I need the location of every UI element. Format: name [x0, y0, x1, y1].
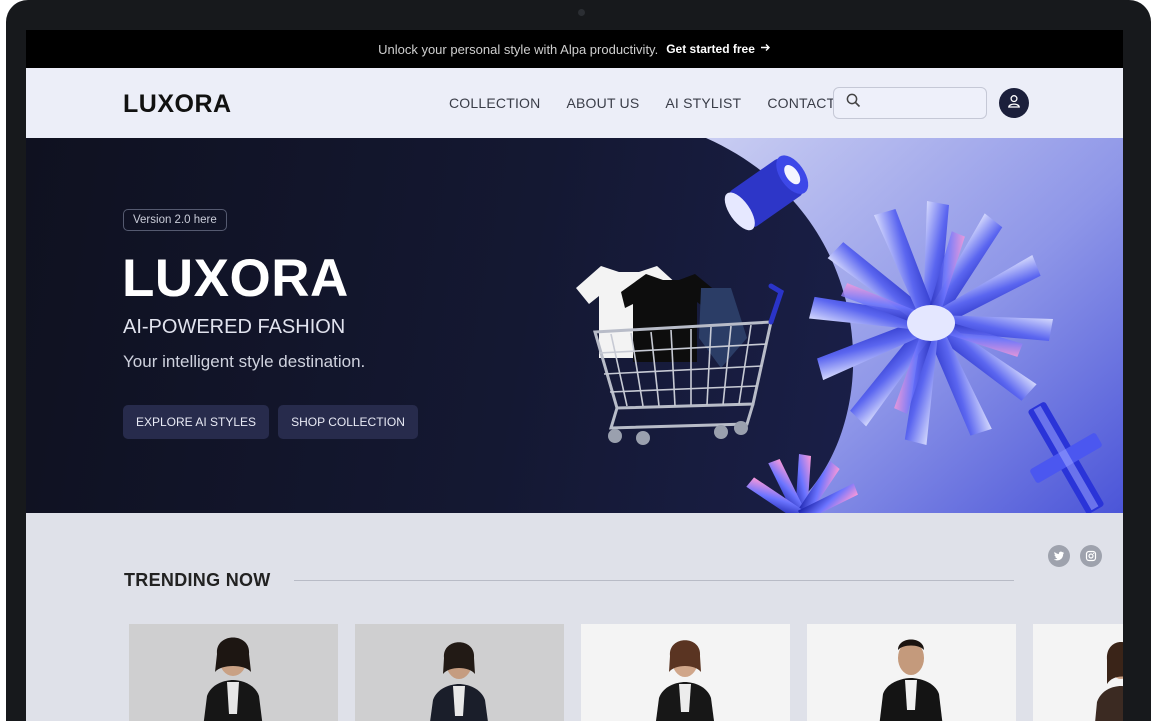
search-box[interactable] [833, 87, 987, 119]
product-card[interactable] [807, 624, 1016, 721]
announcement-text: Unlock your personal style with Alpa pro… [378, 41, 659, 57]
hero-tagline: Your intelligent style destination. [123, 352, 366, 371]
version-badge: Version 2.0 here [123, 209, 227, 231]
main-nav: COLLECTION ABOUT US AI STYLIST CONTACT [449, 95, 835, 111]
user-icon [1007, 94, 1021, 113]
screen: Unlock your personal style with Alpa pro… [26, 30, 1123, 721]
hero-subtitle: AI-POWERED FASHION [123, 316, 346, 338]
site-logo[interactable]: LUXORA [123, 90, 232, 119]
woman-in-brown-jacket [1095, 642, 1123, 721]
man-in-black-leather-jacket [879, 639, 943, 721]
shop-collection-button[interactable]: SHOP COLLECTION [278, 405, 418, 439]
search-input[interactable] [869, 95, 979, 111]
get-started-label: Get started free [666, 42, 755, 56]
product-list [129, 624, 1123, 721]
webcam [578, 9, 585, 16]
nav-collection[interactable]: COLLECTION [449, 95, 540, 111]
product-card[interactable] [1033, 624, 1123, 721]
woman-in-black-leather-jacket [656, 640, 714, 721]
get-started-link[interactable]: Get started free [666, 42, 771, 56]
trending-section: TRENDING NOW [26, 513, 1123, 721]
trending-title: TRENDING NOW [124, 570, 271, 590]
product-card[interactable] [581, 624, 790, 721]
hero-banner: Version 2.0 here LUXORA AI-POWERED FASHI… [26, 138, 1123, 513]
nav-ai-stylist[interactable]: AI STYLIST [665, 95, 741, 111]
shopping-cart [576, 266, 785, 445]
product-card[interactable] [129, 624, 338, 721]
instagram-icon[interactable] [1080, 545, 1102, 567]
hero-actions: EXPLORE AI STYLES SHOP COLLECTION [123, 405, 418, 439]
section-divider [294, 580, 1014, 581]
twitter-icon[interactable] [1048, 545, 1070, 567]
product-card[interactable] [355, 624, 564, 721]
hero-title: LUXORA [122, 249, 349, 308]
search-icon [846, 93, 861, 113]
announcement-bar: Unlock your personal style with Alpa pro… [26, 30, 1123, 68]
woman-in-black-leather-jacket [203, 637, 263, 721]
arrow-right-icon [760, 42, 771, 56]
woman-in-black-leather-jacket [430, 642, 488, 721]
nav-about-us[interactable]: ABOUT US [566, 95, 639, 111]
nav-contact[interactable]: CONTACT [767, 95, 835, 111]
account-button[interactable] [999, 88, 1029, 118]
explore-ai-styles-button[interactable]: EXPLORE AI STYLES [123, 405, 270, 439]
site-header: LUXORA COLLECTION ABOUT US AI STYLIST CO… [26, 68, 1123, 138]
